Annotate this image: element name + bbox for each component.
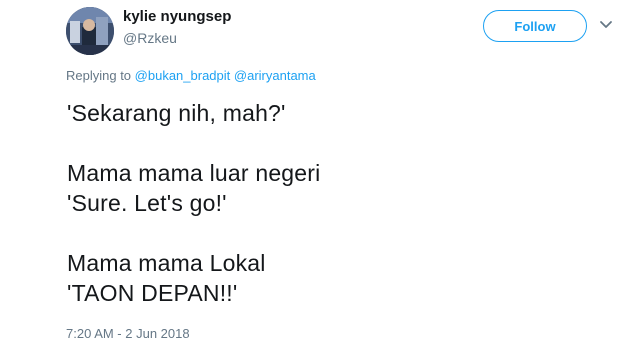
avatar-image (66, 7, 114, 55)
tweet-line: Mama mama luar negeri (67, 160, 321, 186)
follow-button[interactable]: Follow (483, 10, 587, 42)
display-name[interactable]: kylie nyungsep (123, 8, 231, 25)
mention-link[interactable]: @ariryantama (234, 68, 316, 83)
tweet-timestamp[interactable]: 7:20 AM - 2 Jun 2018 (66, 326, 190, 341)
avatar[interactable] (66, 7, 114, 55)
chevron-down-icon[interactable] (599, 20, 613, 30)
tweet-line: Mama mama Lokal (67, 250, 266, 276)
tweet-blank-line (67, 128, 320, 158)
tweet-text: 'Sekarang nih, mah?' Mama mama luar nege… (67, 98, 320, 308)
replying-to-label: Replying to (66, 68, 132, 83)
mention-link[interactable]: @bukan_bradpit (135, 68, 231, 83)
tweet-blank-line (67, 218, 320, 248)
replying-to-line: Replying to @bukan_bradpit @ariryantama (66, 68, 316, 83)
tweet-line: 'Sure. Let's go!' (67, 190, 227, 216)
tweet-line: 'TAON DEPAN!!' (67, 280, 238, 306)
user-handle[interactable]: @Rzkeu (123, 30, 177, 46)
tweet-line: 'Sekarang nih, mah?' (67, 100, 286, 126)
